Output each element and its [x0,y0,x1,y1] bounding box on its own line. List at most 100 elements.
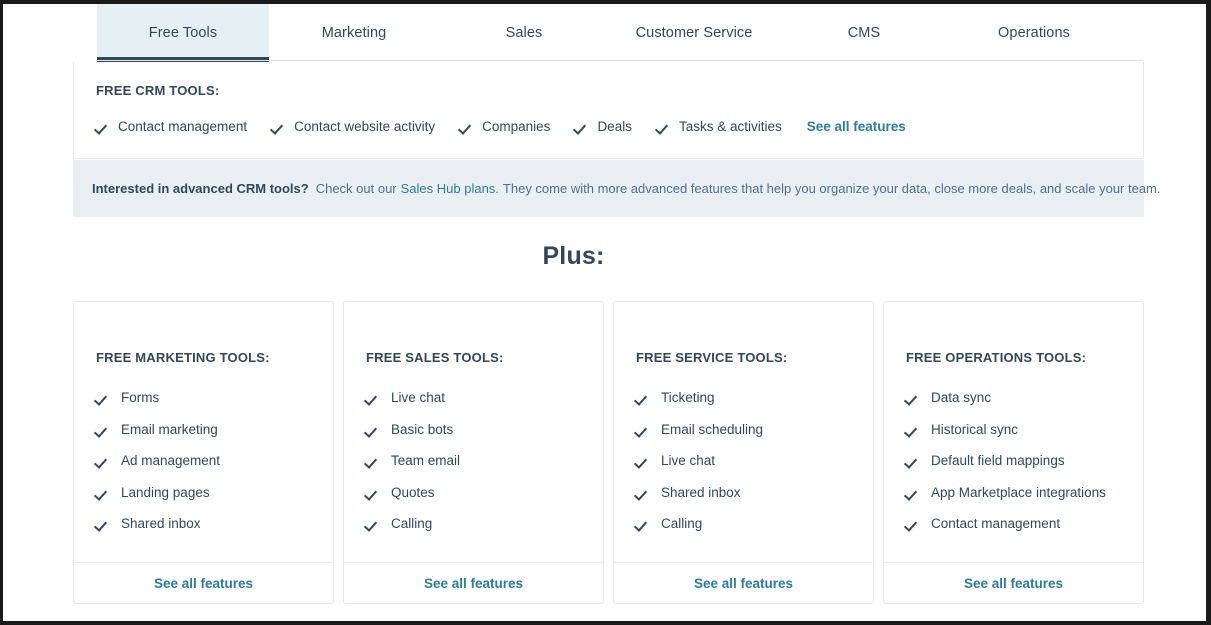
card-feature-label: Default field mappings [931,453,1065,468]
tab-marketing[interactable]: Marketing [269,4,439,62]
check-icon [636,517,649,530]
card-feature-item: Shared inbox [96,516,333,531]
card-see-all-features-link[interactable]: See all features [964,576,1063,591]
card-feature-label: Shared inbox [661,484,741,500]
card-feature-label: Forms [121,390,160,405]
card-feature-item: Ticketing [636,390,873,405]
card-see-all-features-link[interactable]: See all features [424,576,523,591]
check-icon [636,454,649,467]
tab-free-tools-label: Free Tools [148,25,218,41]
crm-feature-label: Contact website activity [294,119,436,134]
check-icon [636,423,649,436]
card-feature-label: Email scheduling [661,421,764,437]
check-icon [366,454,379,467]
cta-banner-text-after: They come with more advanced features th… [502,181,1161,196]
card-body: FREE SERVICE TOOLS: Ticketing Email sche… [614,302,873,562]
card-feature-label: Historical sync [931,421,1019,437]
free-crm-tools-panel: FREE CRM TOOLS: Contact management Conta… [73,62,1144,159]
free-crm-tools-title: FREE CRM TOOLS: [96,83,220,98]
check-icon [906,423,919,436]
card-feature-item: Landing pages [96,485,333,500]
tab-customer-service-label: Customer Service [635,25,753,41]
crm-feature-item: Contact website activity [272,119,435,134]
cta-banner-headline: Interested in advanced CRM tools? [92,181,309,196]
card-feature-label: Ticketing [661,390,715,405]
check-icon [366,486,379,499]
card-feature-label: Live chat [661,453,716,468]
card-feature-item: Email marketing [96,422,333,437]
card-feature-label: Quotes [391,484,435,500]
card-feature-label: Contact management [931,516,1061,531]
sales-hub-plans-link[interactable]: Sales Hub plans. [401,181,499,196]
tab-sales[interactable]: Sales [439,4,609,62]
tab-operations-label: Operations [998,25,1070,41]
card-body: FREE OPERATIONS TOOLS: Data sync Histori… [884,302,1143,562]
tab-operations[interactable]: Operations [949,4,1119,62]
crm-feature-item: Deals [575,119,632,134]
card-feature-item: Ad management [96,453,333,468]
check-icon [366,517,379,530]
card-body: FREE MARKETING TOOLS: Forms Email market… [74,302,333,562]
card-free-service-tools: FREE SERVICE TOOLS: Ticketing Email sche… [613,301,874,604]
cta-banner-text-before: Check out our [315,181,397,196]
card-feature-label: Data sync [931,390,992,405]
card-free-marketing-tools: FREE MARKETING TOOLS: Forms Email market… [73,301,334,604]
card-feature-label: Live chat [391,390,446,405]
free-crm-tools-feature-list: Contact management Contact website activ… [96,119,906,134]
crm-feature-label: Companies [482,119,551,134]
card-title: FREE MARKETING TOOLS: [96,350,270,365]
card-feature-item: Contact management [906,516,1143,531]
card-feature-item: Data sync [906,390,1143,405]
card-feature-label: Team email [391,453,461,468]
card-free-sales-tools: FREE SALES TOOLS: Live chat Basic bots T… [343,301,604,604]
advanced-crm-cta-banner: Interested in advanced CRM tools? Check … [73,160,1161,217]
card-feature-item: Shared inbox [636,485,873,500]
plus-heading: Plus: [542,242,605,270]
check-icon [96,391,109,404]
card-feature-item: Calling [366,516,603,531]
check-icon [96,517,109,530]
tab-customer-service[interactable]: Customer Service [609,4,779,62]
card-feature-label: App Marketplace integrations [931,484,1106,500]
product-tab-bar: Free Tools Marketing Sales Customer Serv… [3,4,1206,62]
check-icon [636,486,649,499]
card-feature-label: Email marketing [121,421,218,437]
card-feature-item: Default field mappings [906,453,1143,468]
crm-feature-label: Tasks & activities [678,119,782,134]
card-footer: See all features [614,562,873,603]
check-icon [96,423,109,436]
card-free-operations-tools: FREE OPERATIONS TOOLS: Data sync Histori… [883,301,1144,604]
tab-cms-label: CMS [847,25,881,41]
check-icon [575,120,588,133]
card-footer: See all features [884,562,1143,603]
tab-bar-divider [97,60,1144,61]
card-feature-item: Calling [636,516,873,531]
card-feature-item: App Marketplace integrations [906,485,1143,500]
crm-feature-item: Contact management [96,119,247,134]
check-icon [906,486,919,499]
check-icon [636,391,649,404]
card-footer: See all features [74,562,333,603]
card-title: FREE OPERATIONS TOOLS: [906,350,1087,365]
crm-feature-label: Contact management [118,119,248,134]
card-see-all-features-link[interactable]: See all features [154,576,253,591]
card-footer: See all features [344,562,603,603]
check-icon [906,454,919,467]
check-icon [96,486,109,499]
tab-marketing-label: Marketing [321,25,387,41]
check-icon [366,391,379,404]
screenshot-frame: Free Tools Marketing Sales Customer Serv… [0,0,1211,625]
crm-see-all-features-link[interactable]: See all features [807,119,906,134]
tab-cms[interactable]: CMS [779,4,949,62]
card-feature-label: Calling [391,516,433,531]
tab-free-tools[interactable]: Free Tools [97,4,269,62]
card-see-all-features-link[interactable]: See all features [694,576,793,591]
check-icon [96,454,109,467]
free-tools-cards-row: FREE MARKETING TOOLS: Forms Email market… [73,301,1144,604]
card-feature-label: Basic bots [391,421,454,437]
crm-feature-item: Companies [460,119,550,134]
tab-sales-label: Sales [505,25,543,41]
card-title: FREE SERVICE TOOLS: [636,350,788,365]
check-icon [96,120,109,133]
card-feature-item: Team email [366,453,603,468]
